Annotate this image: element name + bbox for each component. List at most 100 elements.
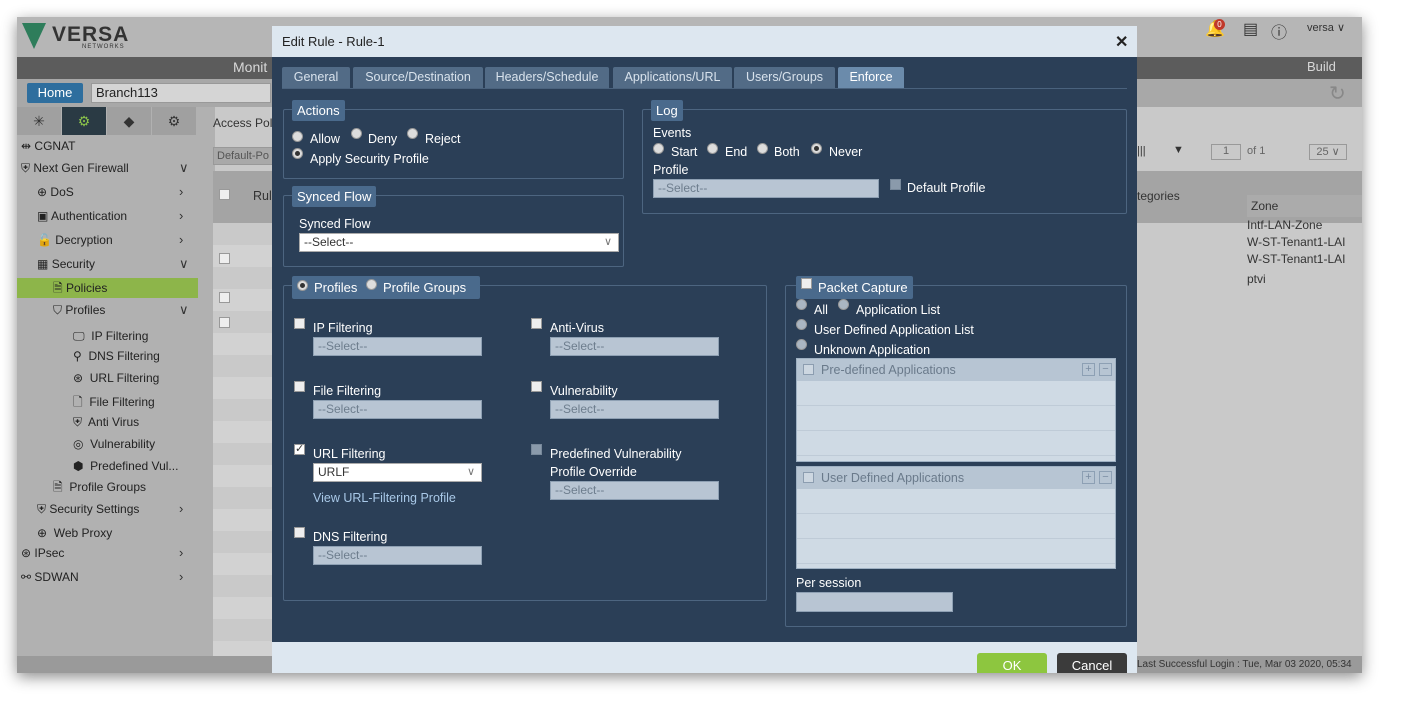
- view-url-filtering-link[interactable]: View URL-Filtering Profile: [313, 491, 456, 505]
- ip-filtering-select[interactable]: --Select--: [313, 337, 482, 356]
- both-radio[interactable]: [757, 143, 768, 154]
- page-input[interactable]: 1: [1211, 144, 1241, 160]
- sidebar-item-url-filtering[interactable]: ⊛ URL Filtering: [73, 368, 159, 388]
- predefined-select-all-checkbox[interactable]: [803, 364, 814, 375]
- profile-override-label: Profile Override: [550, 465, 637, 479]
- remove-icon[interactable]: −: [1099, 363, 1112, 376]
- profile-groups-radio[interactable]: [366, 279, 377, 290]
- sidebar-item-label: Profile Groups: [69, 480, 147, 494]
- dns-filtering-checkbox[interactable]: [294, 527, 305, 538]
- sidebar-item-label: Anti Virus: [88, 415, 140, 429]
- user-defined-app-list-radio[interactable]: [796, 319, 807, 330]
- list-row: [797, 514, 1115, 539]
- allow-radio[interactable]: [292, 131, 303, 142]
- tab-enforce[interactable]: Enforce: [838, 67, 904, 88]
- sidebar-item-web-proxy[interactable]: ⊕ Web Proxy: [37, 523, 112, 543]
- predefined-vulnerability-checkbox[interactable]: [531, 444, 542, 455]
- reject-radio[interactable]: [407, 128, 418, 139]
- sidebar-item-security-settings[interactable]: ⛨ Security Settings ›: [37, 499, 215, 519]
- tab-source-destination[interactable]: Source/Destination: [353, 67, 483, 88]
- sidebar-item-profiles[interactable]: ⛉ Profiles ∨: [53, 300, 215, 320]
- tab-users-groups[interactable]: Users/Groups: [734, 67, 835, 88]
- sidebar-item-security[interactable]: ▦ Security ∨: [37, 254, 215, 274]
- sidebar-item-ngfw[interactable]: ⛨ Next Gen Firewall ∨: [21, 158, 215, 178]
- tab-divider: [282, 88, 1127, 89]
- ip-filtering-checkbox[interactable]: [294, 318, 305, 329]
- dns-filtering-select[interactable]: --Select--: [313, 546, 482, 565]
- tab-configuration-icon[interactable]: ⚙: [62, 107, 106, 135]
- remove-icon[interactable]: −: [1099, 471, 1112, 484]
- ok-button[interactable]: OK: [977, 653, 1047, 673]
- sidebar-item-cgnat[interactable]: ⇹ CGNAT: [21, 136, 215, 156]
- vulnerability-checkbox[interactable]: [531, 381, 542, 392]
- chevron-right-icon: ›: [179, 208, 184, 223]
- sidebar-item-vulnerability[interactable]: ◎ Vulnerability: [73, 434, 155, 454]
- sidebar-item-dns-filtering[interactable]: ⚲ DNS Filtering: [73, 346, 160, 366]
- home-button[interactable]: Home: [27, 83, 83, 103]
- sidebar-item-anti-virus[interactable]: ⛨ Anti Virus: [73, 412, 139, 432]
- profiles-radio[interactable]: [297, 280, 308, 291]
- sidebar-item-sdwan[interactable]: ⚯ SDWAN ›: [21, 567, 215, 587]
- info-icon[interactable]: ⓘ: [1271, 19, 1287, 43]
- list-row: [797, 406, 1115, 431]
- synced-flow-select[interactable]: --Select-- ∨: [299, 233, 619, 252]
- nav-build[interactable]: Build: [1307, 59, 1336, 74]
- never-radio[interactable]: [811, 143, 822, 154]
- deny-radio[interactable]: [351, 128, 362, 139]
- row-checkbox[interactable]: [219, 253, 230, 264]
- user-defined-select-all-checkbox[interactable]: [803, 472, 814, 483]
- sidebar-item-ip-filtering[interactable]: 🖵 IP Filtering: [73, 326, 148, 346]
- refresh-icon[interactable]: ↻: [1329, 81, 1346, 106]
- vulnerability-select[interactable]: --Select--: [550, 400, 719, 419]
- row-checkbox[interactable]: [219, 317, 230, 328]
- file-filtering-select[interactable]: --Select--: [313, 400, 482, 419]
- cancel-button[interactable]: Cancel: [1057, 653, 1127, 673]
- row-checkbox[interactable]: [219, 292, 230, 303]
- tab-objects-icon[interactable]: ◆: [107, 107, 151, 135]
- sidebar-item-decryption[interactable]: 🔓 Decryption ›: [37, 230, 215, 250]
- sidebar-item-dos[interactable]: ⊕ DoS ›: [37, 182, 215, 202]
- application-list-radio[interactable]: [838, 299, 849, 310]
- anti-virus-checkbox[interactable]: [531, 318, 542, 329]
- sidebar-item-policies[interactable]: 🗎 Policies: [17, 278, 198, 298]
- default-profile-checkbox[interactable]: [890, 179, 901, 190]
- sidebar-item-ipsec[interactable]: ⊛ IPsec ›: [21, 543, 215, 563]
- close-icon[interactable]: ✕: [1115, 32, 1128, 52]
- add-icon[interactable]: +: [1082, 363, 1095, 376]
- user-menu[interactable]: versa ∨: [1307, 21, 1345, 34]
- sidebar-item-label: Profiles: [65, 303, 106, 317]
- per-session-input[interactable]: [796, 592, 953, 612]
- url-filtering-checkbox[interactable]: [294, 442, 305, 455]
- nav-monitor[interactable]: Monit: [233, 59, 267, 75]
- apply-security-profile-radio[interactable]: [292, 148, 303, 159]
- unknown-application-radio[interactable]: [796, 339, 807, 350]
- filter-icon[interactable]: ▼: [1173, 144, 1184, 156]
- page-size-select[interactable]: 25 ∨: [1309, 144, 1347, 160]
- packet-capture-checkbox[interactable]: [801, 278, 812, 289]
- tab-others-icon[interactable]: ⚙: [152, 107, 196, 135]
- sidebar-item-predefined-vul[interactable]: ⬢ Predefined Vul...: [73, 456, 178, 476]
- tab-network-icon[interactable]: ✳: [17, 107, 61, 135]
- sidebar-item-profile-groups[interactable]: 🗎 Profile Groups: [53, 477, 146, 497]
- tab-general[interactable]: General: [282, 67, 350, 88]
- start-radio[interactable]: [653, 143, 664, 154]
- tab-headers-schedule[interactable]: Headers/Schedule: [485, 67, 609, 88]
- anti-virus-label: Anti-Virus: [550, 321, 604, 335]
- sidebar-item-authentication[interactable]: ▣ Authentication ›: [37, 206, 215, 226]
- file-filtering-checkbox[interactable]: [294, 381, 305, 392]
- file-icon: 🗋: [73, 395, 83, 409]
- tasks-icon[interactable]: ▤: [1243, 19, 1258, 39]
- select-all-checkbox[interactable]: [219, 189, 230, 200]
- predefined-vulnerability-select[interactable]: --Select--: [550, 481, 719, 500]
- url-filtering-select[interactable]: URLF ∨: [313, 463, 482, 482]
- log-profile-select[interactable]: --Select--: [653, 179, 879, 198]
- sidebar-item-file-filtering[interactable]: 🗋 File Filtering: [73, 392, 155, 412]
- end-radio[interactable]: [707, 143, 718, 154]
- url-filtering-value: URLF: [318, 465, 350, 479]
- anti-virus-select[interactable]: --Select--: [550, 337, 719, 356]
- sidebar-item-label: File Filtering: [89, 395, 155, 409]
- columns-icon[interactable]: |||: [1137, 145, 1146, 157]
- tab-applications-url[interactable]: Applications/URL: [613, 67, 732, 88]
- all-radio[interactable]: [796, 299, 807, 310]
- add-icon[interactable]: +: [1082, 471, 1095, 484]
